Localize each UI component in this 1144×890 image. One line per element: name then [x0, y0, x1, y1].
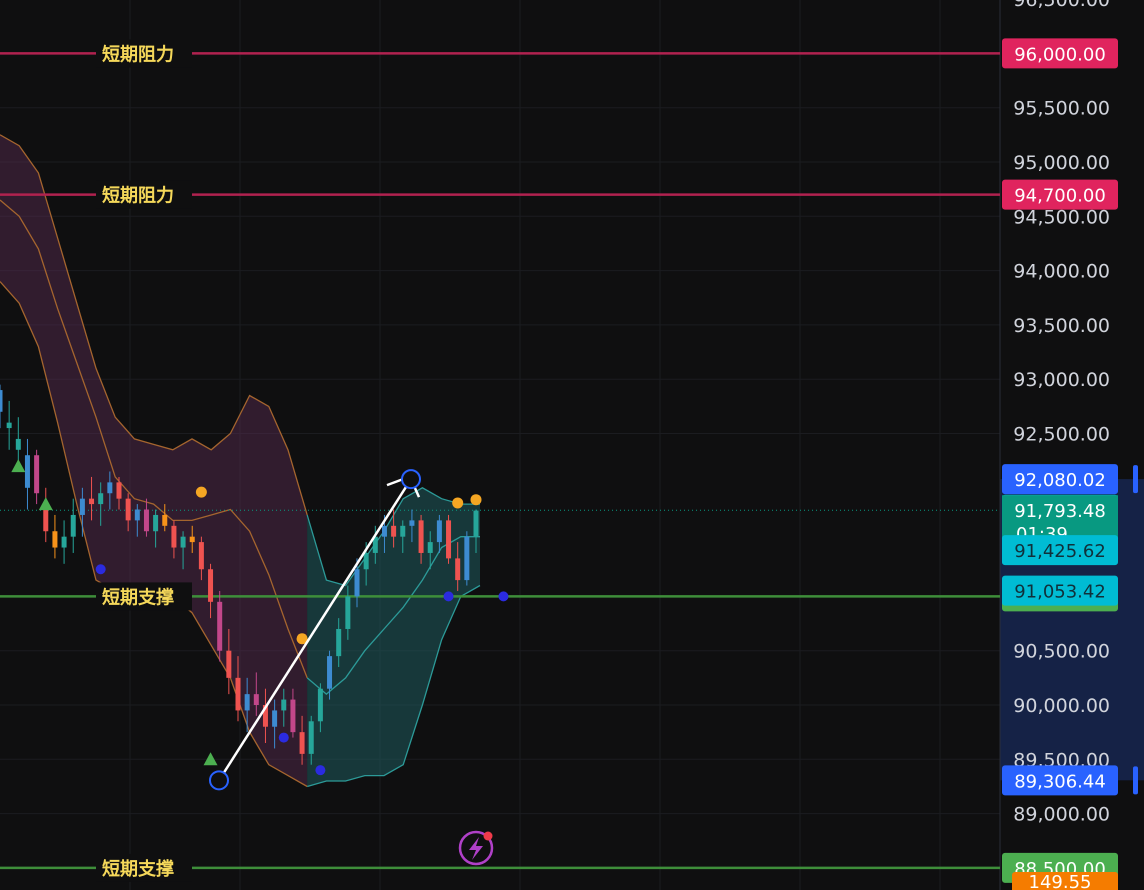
candle-body — [226, 650, 232, 678]
candle-body — [363, 552, 369, 570]
pivot-dot — [95, 564, 106, 575]
axis-tick-label: 96,500.00 — [1013, 0, 1110, 11]
candle-body — [52, 531, 58, 548]
axis-tick-label: 95,500.00 — [1013, 98, 1110, 120]
sell-signal-dot — [195, 486, 207, 498]
candle-body — [0, 390, 3, 412]
candle-body — [34, 455, 40, 494]
candle-body — [281, 699, 287, 711]
candle-body — [336, 628, 342, 657]
candle-body — [418, 520, 424, 553]
axis-tick-label: 90,500.00 — [1013, 641, 1110, 663]
price-badge-label: 92,080.02 — [1014, 470, 1106, 491]
candle-body — [391, 525, 397, 537]
trend-anchor-handle[interactable] — [209, 770, 229, 791]
axis-tick-label: 94,500.00 — [1013, 206, 1110, 228]
pivot-dot — [315, 765, 326, 776]
candle-body — [116, 482, 122, 499]
candle-body — [317, 688, 323, 722]
pivot-dot — [498, 591, 509, 602]
candle-body — [217, 601, 223, 651]
candle-body — [345, 596, 351, 629]
candle-body — [327, 656, 333, 689]
axis-tick-label: 89,000.00 — [1013, 804, 1110, 826]
candle-body — [253, 694, 259, 705]
sell-signal-dot — [452, 497, 464, 509]
pivot-dot — [278, 732, 289, 743]
candle-body — [6, 422, 12, 429]
notification-dot — [483, 831, 493, 841]
candle-body — [381, 525, 387, 537]
volume-badge-label: 149.55 — [1029, 872, 1092, 890]
axis-tick-label: 94,000.00 — [1013, 261, 1110, 283]
candle-body — [290, 699, 296, 733]
candle-body — [180, 536, 186, 548]
candle-body — [189, 536, 195, 543]
candle-body — [308, 721, 314, 754]
price-chart[interactable]: 短期阻力短期阻力短期支撑短期支撑 96,500.0095,500.0095,00… — [0, 0, 1144, 890]
candle-body — [427, 542, 433, 553]
candle-body — [409, 520, 415, 526]
candle-body — [61, 536, 67, 548]
candle-body — [98, 493, 104, 505]
axis-tick-label: 95,000.00 — [1013, 152, 1110, 174]
level-label: 短期支撑 — [102, 858, 174, 880]
price-badge-label: 89,306.44 — [1014, 771, 1106, 792]
range-handle[interactable] — [1133, 766, 1138, 795]
trend-anchor-handle[interactable] — [401, 469, 421, 490]
candle-body — [107, 482, 113, 494]
sell-signal-dot — [470, 494, 482, 506]
candle-body — [446, 520, 452, 559]
current-price-label: 91,793.48 — [1014, 501, 1106, 522]
candle-body — [299, 732, 305, 754]
axis-tick-label: 93,000.00 — [1013, 369, 1110, 391]
candle-body — [70, 514, 76, 537]
candle-body — [24, 455, 30, 488]
candle-body — [464, 536, 470, 581]
chart-background — [0, 0, 1144, 890]
candle-body — [134, 509, 140, 521]
level-price-label: 94,700.00 — [1014, 186, 1106, 207]
candle-body — [436, 520, 442, 543]
pivot-dot — [443, 591, 454, 602]
candle-body — [400, 525, 406, 537]
level-price-label: 96,000.00 — [1014, 44, 1106, 65]
level-label: 短期阻力 — [102, 43, 174, 65]
candle-body — [171, 525, 177, 548]
price-badge-label: 91,053.42 — [1014, 582, 1106, 603]
price-badge-label: 91,425.62 — [1014, 541, 1106, 562]
candle-body — [198, 542, 204, 570]
candle-body — [15, 438, 21, 450]
candle-body — [89, 498, 95, 505]
candle-body — [143, 509, 149, 532]
candle-body — [208, 569, 214, 602]
candle-body — [125, 498, 131, 521]
candle-body — [473, 510, 479, 537]
candle-body — [79, 498, 85, 515]
candle-body — [162, 514, 168, 526]
candle-body — [244, 694, 250, 711]
axis-tick-label: 90,000.00 — [1013, 695, 1110, 717]
candle-body — [272, 710, 278, 727]
range-handle[interactable] — [1133, 465, 1138, 494]
candle-body — [354, 569, 360, 597]
axis-tick-label: 92,500.00 — [1013, 424, 1110, 446]
candle-body — [153, 514, 159, 532]
axis-tick-label: 93,500.00 — [1013, 315, 1110, 337]
level-label: 短期阻力 — [102, 185, 174, 207]
candle-body — [455, 558, 461, 581]
level-label: 短期支撑 — [102, 586, 174, 608]
candle-body — [235, 677, 241, 711]
